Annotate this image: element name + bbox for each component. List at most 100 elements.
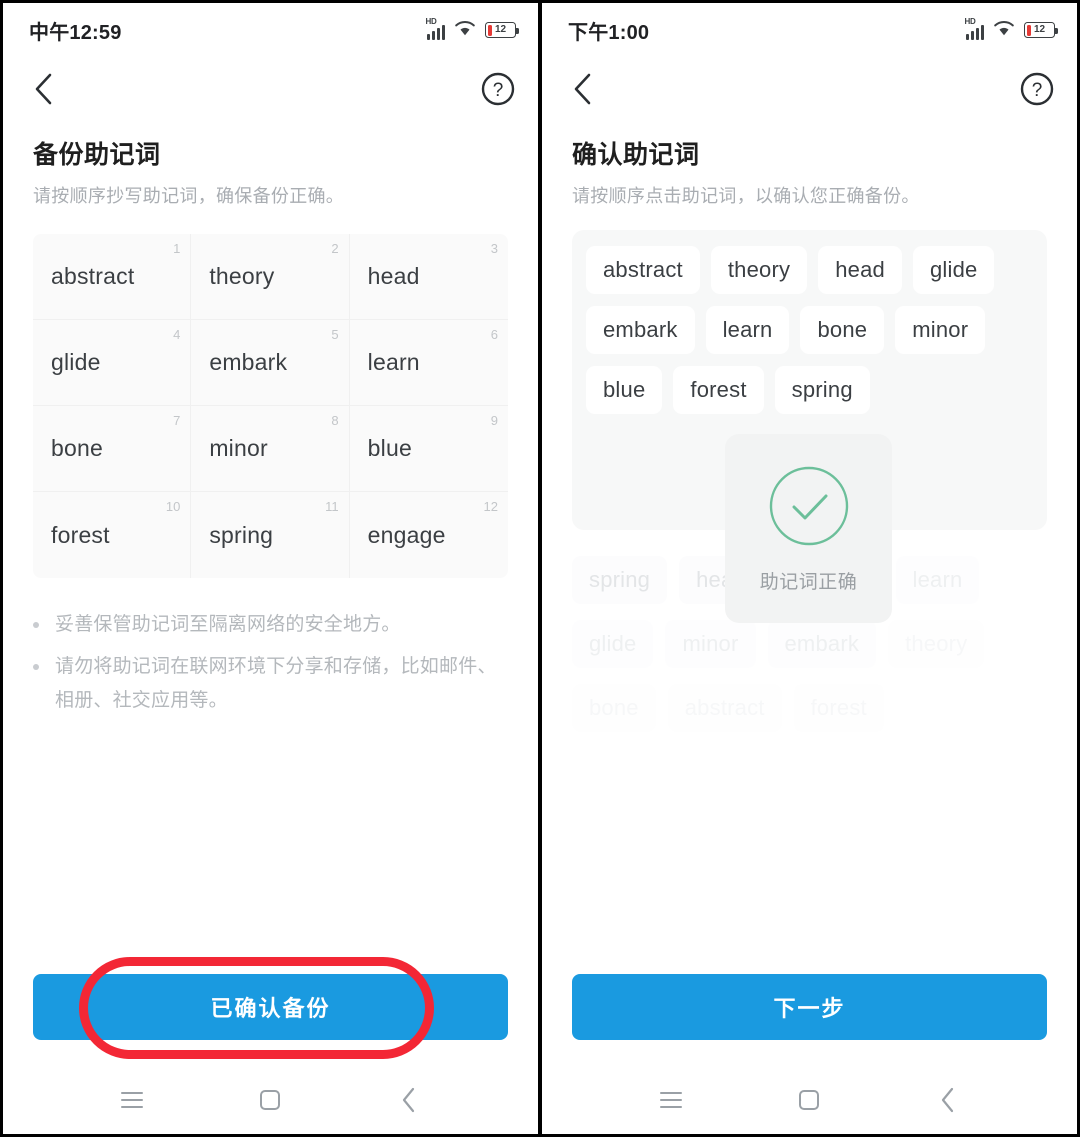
help-icon[interactable]: ? [480,71,516,107]
dual-screenshot: 中午12:59 HD 12 ? 备份助记词 请按顺序抄写助记词，确保备份正确。 … [0,0,1080,1137]
mnemonic-cell: embark 5 [191,320,350,406]
selected-chip[interactable]: embark [586,306,695,354]
page-subtitle: 请按顺序抄写助记词，确保备份正确。 [33,186,345,206]
nav-row: ? [542,57,1077,121]
mnemonic-index: 3 [490,241,498,256]
bullet-icon [33,622,39,628]
tip-item: 妥善保管助记词至隔离网络的安全地方。 [33,608,512,642]
phone-screen-backup: 中午12:59 HD 12 ? 备份助记词 请按顺序抄写助记词，确保备份正确。 … [0,0,540,1137]
mnemonic-index: 11 [325,499,339,514]
back-icon[interactable] [25,70,63,108]
help-icon[interactable]: ? [1019,71,1055,107]
mnemonic-word: head [367,263,420,289]
mnemonic-word: blue [367,435,412,461]
mnemonic-index: 2 [331,241,339,256]
system-back-button[interactable] [387,1078,431,1122]
back-icon [402,1087,414,1113]
cta-area: 已确认备份 [3,957,538,1059]
bullet-icon [33,664,39,670]
pool-chip[interactable]: learn [895,556,980,604]
svg-text:?: ? [493,80,504,101]
status-time: 中午12:59 [29,21,122,44]
mnemonic-cell: head 3 [349,234,508,320]
mnemonic-cell: spring 11 [191,492,350,578]
selected-chip[interactable]: minor [895,306,986,354]
recents-button[interactable] [649,1078,693,1122]
mnemonic-index: 5 [331,327,339,342]
signal-icon: HD [965,17,984,40]
tip-text: 妥善保管助记词至隔离网络的安全地方。 [55,614,401,635]
check-circle-icon [766,463,852,549]
status-icons: HD 12 [426,17,519,42]
pool-chip[interactable]: theory [888,620,985,668]
signal-icon: HD [426,17,445,40]
status-bar: 下午1:00 HD 12 [542,3,1077,57]
status-time: 下午1:00 [568,21,650,44]
mnemonic-index: 1 [173,241,181,256]
selected-chip[interactable]: glide [912,246,995,294]
mnemonic-index: 4 [173,327,181,342]
mnemonic-word: learn [367,349,420,375]
mnemonic-word: spring [209,521,274,548]
heading-block: 备份助记词 请按顺序抄写助记词，确保备份正确。 [3,121,538,208]
android-nav-bar [3,1066,538,1134]
selected-chip[interactable]: spring [774,366,870,414]
cta-area: 下一步 [542,974,1077,1040]
home-button[interactable] [787,1078,831,1122]
selected-chip[interactable]: abstract [586,246,700,294]
home-button[interactable] [248,1078,292,1122]
mnemonic-word: forest [51,521,110,548]
pool-chip[interactable]: abstract [667,684,782,732]
page-title: 备份助记词 [33,141,161,169]
mnemonic-index: 10 [165,499,181,514]
pool-chip[interactable]: forest [793,684,884,732]
mnemonic-cell: theory 2 [191,234,350,320]
nav-row: ? [3,57,538,121]
battery-percent: 12 [494,24,507,35]
selected-chip[interactable]: blue [586,366,663,414]
battery-percent: 12 [1033,24,1046,35]
tip-text: 请勿将助记词在联网环境下分享和存储，比如邮件、相册、社交应用等。 [55,656,497,711]
pool-chip[interactable]: bone [572,684,656,732]
recents-button[interactable] [110,1078,154,1122]
mnemonic-word: minor [209,435,268,461]
battery-icon: 12 [1024,22,1058,38]
system-back-button[interactable] [926,1078,970,1122]
next-step-button[interactable]: 下一步 [572,974,1047,1040]
selected-chip[interactable]: theory [710,246,808,294]
tip-item: 请勿将助记词在联网环境下分享和存储，比如邮件、相册、社交应用等。 [33,650,512,718]
mnemonic-cell: learn 6 [349,320,508,406]
mnemonic-index: 9 [490,413,498,428]
mnemonic-word: glide [51,349,101,375]
status-bar: 中午12:59 HD 12 [3,3,538,57]
mnemonic-cell: blue 9 [349,406,508,492]
mnemonic-index: 12 [483,499,498,514]
mnemonic-index: 6 [490,327,498,342]
pool-chip[interactable]: glide [572,620,654,668]
back-icon[interactable] [564,70,602,108]
selected-chip[interactable]: learn [705,306,790,354]
phone-screen-confirm: 下午1:00 HD 12 ? 确认助记词 请按顺序点击助记词，以确认您正确备份。… [540,0,1080,1137]
selected-chip[interactable]: forest [673,366,764,414]
mnemonic-cell: glide 4 [33,320,192,406]
mnemonic-cell: forest 10 [33,492,192,578]
selected-chip[interactable]: head [818,246,902,294]
mnemonic-index: 7 [173,413,181,428]
mnemonic-word: embark [209,349,288,375]
mnemonic-cell: engage 12 [350,492,508,578]
pool-chip[interactable]: minor [665,620,756,668]
toast-message: 助记词正确 [759,572,858,593]
pool-chip[interactable]: embark [767,620,877,668]
wifi-icon [454,19,476,42]
status-icons: HD 12 [965,17,1058,42]
mnemonic-cell: bone 7 [33,406,192,492]
android-nav-bar [542,1066,1077,1134]
battery-icon: 12 [485,22,519,38]
home-icon [799,1090,820,1110]
mnemonic-word: bone [51,435,103,461]
selected-chip[interactable]: bone [800,306,885,354]
page-subtitle: 请按顺序点击助记词，以确认您正确备份。 [572,186,920,206]
tips-list: 妥善保管助记词至隔离网络的安全地方。 请勿将助记词在联网环境下分享和存储，比如邮… [33,608,512,726]
confirm-backup-button[interactable]: 已确认备份 [33,974,508,1040]
pool-chip[interactable]: spring [572,556,668,604]
